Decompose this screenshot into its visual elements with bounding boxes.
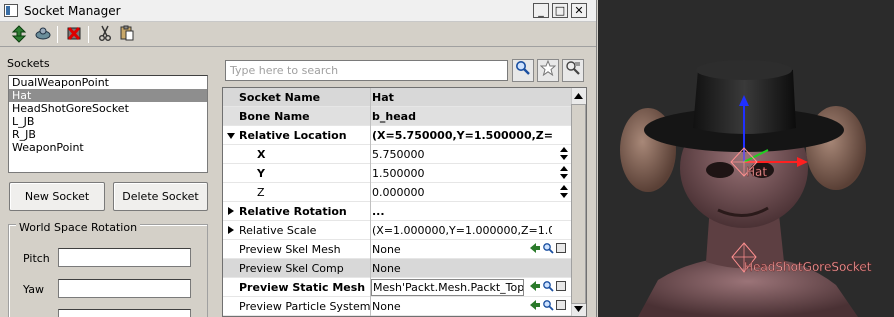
prop-name: Y [257, 167, 265, 180]
prop-row-x[interactable]: X 5.750000 [223, 145, 573, 164]
prop-name: Relative Location [239, 129, 347, 142]
delete-icon[interactable] [64, 25, 83, 44]
delete-socket-button[interactable]: Delete Socket [113, 182, 208, 211]
prop-value[interactable]: None [372, 300, 552, 313]
expand-arrow-icon[interactable] [228, 226, 234, 234]
prop-name: Relative Scale [239, 224, 317, 237]
cut-icon[interactable] [95, 25, 114, 44]
prop-row-preview-static-mesh[interactable]: Preview Static Mesh Mesh'Packt.Mesh.Pack… [223, 278, 573, 297]
search-settings-icon[interactable] [562, 59, 584, 82]
spinner-icon[interactable] [559, 165, 569, 181]
prop-row-preview-skel-mesh[interactable]: Preview Skel Mesh None [223, 240, 573, 259]
spinner-icon[interactable] [559, 184, 569, 200]
prop-value[interactable]: 5.750000 [372, 148, 552, 161]
sockets-label: Sockets [7, 57, 50, 70]
character-preview: Hat HeadShotGoreSocket [598, 0, 894, 317]
prop-value[interactable]: (X=5.750000,Y=1.500000,Z=0.000000) [372, 129, 552, 142]
prop-row-preview-skel-comp[interactable]: Preview Skel Comp None [223, 259, 573, 278]
headshot-socket-label: HeadShotGoreSocket [744, 260, 872, 274]
list-item[interactable]: L_JB [9, 115, 207, 128]
clear-box-icon[interactable] [555, 280, 567, 293]
preview-icon[interactable] [33, 25, 52, 44]
hat-socket-label: Hat [746, 165, 767, 179]
prop-name: Preview Skel Mesh [239, 243, 341, 256]
use-selected-arrow-icon[interactable] [529, 242, 541, 255]
prop-row-bone-name[interactable]: Bone Name b_head [223, 107, 573, 126]
prop-value[interactable]: ... [372, 205, 552, 218]
prop-value[interactable]: (X=1.000000,Y=1.000000,Z=1.000000) [372, 224, 552, 237]
spinner-icon[interactable] [559, 146, 569, 162]
browse-magnifier-icon[interactable] [542, 280, 554, 293]
prop-row-relative-scale[interactable]: Relative Scale (X=1.000000,Y=1.000000,Z=… [223, 221, 573, 240]
yaw-label: Yaw [23, 283, 44, 296]
column-divider[interactable] [370, 88, 371, 316]
prop-value[interactable]: 0.000000 [372, 186, 552, 199]
scroll-up-icon[interactable] [572, 89, 585, 103]
window-title: Socket Manager [24, 4, 121, 18]
scrollbar-thumb[interactable] [571, 104, 586, 304]
socket-manager-window: Socket Manager _ □ ✕ Sockets DualWeaponP… [0, 0, 597, 317]
world-space-rotation-group [8, 224, 208, 317]
prop-name: Relative Rotation [239, 205, 347, 218]
title-bar[interactable]: Socket Manager _ □ ✕ [0, 0, 596, 22]
browse-magnifier-icon[interactable] [542, 299, 554, 312]
prop-value[interactable]: None [372, 262, 552, 275]
list-item-selected[interactable]: Hat [9, 89, 207, 102]
clear-box-icon[interactable] [555, 299, 567, 312]
roll-field[interactable] [58, 309, 191, 317]
world-space-rotation-title: World Space Rotation [16, 221, 141, 234]
search-input[interactable]: Type here to search [225, 60, 508, 81]
prop-row-preview-particle-system[interactable]: Preview Particle System None [223, 297, 573, 316]
prop-value[interactable]: 1.500000 [372, 167, 552, 180]
list-item[interactable]: WeaponPoint [9, 141, 207, 154]
list-item[interactable]: R_JB [9, 128, 207, 141]
close-button[interactable]: ✕ [571, 3, 587, 18]
prop-value[interactable]: None [372, 243, 552, 256]
clear-box-icon[interactable] [555, 242, 567, 255]
prop-row-socket-name[interactable]: Socket Name Hat [223, 88, 573, 107]
minimize-button[interactable]: _ [533, 3, 549, 18]
property-grid: Socket Name Hat Bone Name b_head Relativ… [222, 87, 587, 317]
maximize-button[interactable]: □ [552, 3, 568, 18]
prop-value[interactable]: b_head [372, 110, 552, 123]
prop-name: Z [257, 186, 265, 199]
browse-magnifier-icon[interactable] [542, 242, 554, 255]
window-app-icon [4, 4, 18, 17]
sockets-list[interactable]: DualWeaponPoint Hat HeadShotGoreSocket L… [8, 75, 208, 173]
search-icon[interactable] [512, 59, 534, 82]
prop-name: Socket Name [239, 91, 321, 104]
use-selected-arrow-icon[interactable] [529, 299, 541, 312]
prop-row-relative-rotation[interactable]: Relative Rotation ... [223, 202, 573, 221]
sockets-icon[interactable] [9, 25, 28, 44]
expand-arrow-icon[interactable] [228, 207, 234, 215]
favorite-star-icon[interactable] [537, 59, 559, 82]
prop-name: Bone Name [239, 110, 310, 123]
yaw-field[interactable] [58, 279, 191, 298]
prop-row-relative-location[interactable]: Relative Location (X=5.750000,Y=1.500000… [223, 126, 573, 145]
expand-arrow-icon[interactable] [227, 133, 235, 139]
use-selected-arrow-icon[interactable] [529, 280, 541, 293]
scroll-down-icon[interactable] [572, 302, 585, 316]
prop-name: Preview Static Mesh [239, 281, 366, 294]
prop-row-z[interactable]: Z 0.000000 [223, 183, 573, 202]
toolbar-separator [57, 26, 58, 43]
prop-row-y[interactable]: Y 1.500000 [223, 164, 573, 183]
toolbar-separator [88, 26, 89, 43]
prop-name: Preview Particle System [239, 300, 371, 313]
static-mesh-field[interactable]: Mesh'Packt.Mesh.Packt_TopHat' [371, 279, 524, 296]
toolbar [0, 22, 596, 47]
pitch-field[interactable] [58, 248, 191, 267]
paste-icon[interactable] [117, 25, 136, 44]
pitch-label: Pitch [23, 252, 50, 265]
list-item[interactable]: HeadShotGoreSocket [9, 102, 207, 115]
list-item[interactable]: DualWeaponPoint [9, 76, 207, 89]
prop-name: X [257, 148, 266, 161]
new-socket-button[interactable]: New Socket [9, 182, 105, 211]
prop-name: Preview Skel Comp [239, 262, 344, 275]
preview-viewport[interactable]: Hat HeadShotGoreSocket [598, 0, 894, 317]
prop-value[interactable]: Hat [372, 91, 552, 104]
